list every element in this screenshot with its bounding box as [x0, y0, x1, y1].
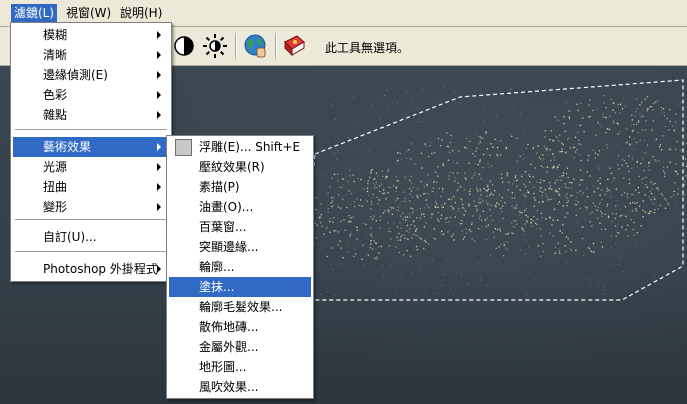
filter-menu-item[interactable]: 自訂(U)...: [13, 227, 169, 247]
artistic-submenu-item[interactable]: 風吹效果...: [169, 377, 311, 397]
artistic-submenu-item[interactable]: 塗抹...: [169, 277, 311, 297]
filter-menu-item-label: 扭曲: [43, 180, 68, 194]
submenu-arrow-icon: [157, 31, 161, 39]
artistic-submenu-item[interactable]: 油畫(O)...: [169, 197, 311, 217]
filter-menu-item-label: 色彩: [43, 88, 68, 102]
globe-hand-icon[interactable]: [243, 33, 269, 59]
artistic-submenu-item-label: 百葉窗...: [199, 220, 247, 234]
options-message: 此工具無選項。: [325, 41, 410, 55]
artistic-submenu-item-label: 散佈地磚...: [199, 320, 259, 334]
artistic-effects-submenu: 浮雕(E)... Shift+E 壓紋效果(R) 素描(P) 油畫(O)... 百葉窗.…: [166, 135, 314, 399]
submenu-arrow-icon: [157, 203, 161, 211]
filter-menu-item[interactable]: 變形: [13, 197, 169, 217]
artistic-submenu-item[interactable]: 輪廓毛髮效果...: [169, 297, 311, 317]
filter-menu-item[interactable]: 光源: [13, 157, 169, 177]
artistic-submenu-item-label: 塗抹...: [199, 280, 235, 294]
red-book-icon[interactable]: [281, 33, 307, 59]
filter-menu-item-label: 藝術效果: [43, 140, 92, 154]
checked-filter-icon: [175, 139, 192, 156]
contrast-half-icon[interactable]: [171, 33, 197, 59]
filter-menu-item[interactable]: 清晰: [13, 45, 169, 65]
filter-menu-item-label: 自訂(U)...: [43, 230, 97, 244]
filter-menu: 模糊清晰邊緣偵測(E) 色彩雜點藝術效果光源扭曲變形自訂(U)... Photosh…: [10, 22, 172, 282]
filter-menu-item[interactable]: 扭曲: [13, 177, 169, 197]
filter-menu-item-label: 變形: [43, 200, 68, 214]
submenu-arrow-icon: [157, 111, 161, 119]
artistic-submenu-item-label: 輪廓毛髮效果...: [199, 300, 283, 314]
artistic-submenu-item-label: 地形圖...: [199, 360, 247, 374]
artistic-submenu-item-label: 金屬外觀...: [199, 340, 259, 354]
artistic-submenu-item[interactable]: 百葉窗...: [169, 217, 311, 237]
artistic-submenu-item[interactable]: 突顯邊緣...: [169, 237, 311, 257]
menu-separator: [15, 219, 167, 220]
filter-menu-item-label: Photoshop 外掛程式: [43, 262, 158, 276]
submenu-arrow-icon: [157, 265, 161, 273]
filter-menu-item[interactable]: 藝術效果: [13, 137, 169, 157]
submenu-arrow-icon: [157, 91, 161, 99]
filter-menu-item-label: 模糊: [43, 28, 68, 42]
artistic-submenu-item-label: 素描(P): [199, 180, 240, 194]
filter-menu-item-label: 雜點: [43, 108, 68, 122]
artistic-submenu-item-label: 油畫(O)...: [199, 200, 254, 214]
selection-marquee: [299, 79, 684, 301]
filter-menu-item[interactable]: 色彩: [13, 85, 169, 105]
menu-separator: [15, 251, 167, 252]
menubar-clipped-item[interactable]: [0, 4, 8, 22]
toolbar-separator: [235, 33, 237, 59]
menu-window[interactable]: 視窗(W): [63, 4, 114, 22]
submenu-arrow-icon: [157, 143, 161, 151]
menu-help[interactable]: 說明(H): [117, 4, 165, 22]
filter-menu-item[interactable]: 邊緣偵測(E): [13, 65, 169, 85]
artistic-submenu-item[interactable]: 散佈地磚...: [169, 317, 311, 337]
artistic-submenu-item[interactable]: 金屬外觀...: [169, 337, 311, 357]
filter-menu-item[interactable]: 雜點: [13, 105, 169, 125]
artistic-submenu-item[interactable]: 輪廓...: [169, 257, 311, 277]
submenu-arrow-icon: [157, 51, 161, 59]
artistic-submenu-item-label: 突顯邊緣...: [199, 240, 259, 254]
submenu-arrow-icon: [157, 163, 161, 171]
menu-filter[interactable]: 濾鏡(L): [11, 4, 58, 22]
artistic-submenu-item-label: 風吹效果...: [199, 380, 259, 394]
artistic-submenu-item[interactable]: 地形圖...: [169, 357, 311, 377]
artistic-submenu-item-label: 輪廓...: [199, 260, 235, 274]
submenu-arrow-icon: [157, 71, 161, 79]
artistic-submenu-item[interactable]: 壓紋效果(R): [169, 157, 311, 177]
artistic-submenu-item[interactable]: 素描(P): [169, 177, 311, 197]
filter-menu-item[interactable]: Photoshop 外掛程式: [13, 259, 169, 279]
speckle-texture: [296, 86, 687, 297]
filter-menu-item-label: 邊緣偵測(E): [43, 68, 108, 82]
filter-menu-item-label: 清晰: [43, 48, 68, 62]
artistic-submenu-item[interactable]: 浮雕(E)... Shift+E: [169, 137, 311, 157]
artistic-submenu-item-label: 壓紋效果(R): [199, 160, 265, 174]
brightness-icon[interactable]: [202, 33, 228, 59]
filter-menu-item-label: 光源: [43, 160, 68, 174]
toolbar-separator: [275, 33, 277, 59]
filter-menu-item[interactable]: 模糊: [13, 25, 169, 45]
menu-separator: [15, 129, 167, 130]
submenu-arrow-icon: [157, 183, 161, 191]
artistic-submenu-item-label: 浮雕(E)... Shift+E: [199, 140, 301, 154]
